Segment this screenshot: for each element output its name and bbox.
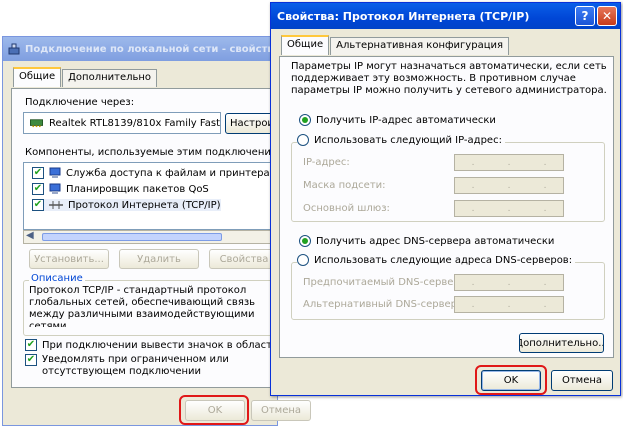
notify-label: Уведомлять при ограниченном или отсутств…: [42, 354, 229, 377]
network-connection-icon: [8, 43, 20, 55]
qos-scheduler-icon: [49, 183, 61, 194]
lan-properties-titlebar[interactable]: Подключение по локальной сети - свойства: [3, 37, 277, 61]
tcpip-tabs: Общие Альтернативная конфигурация: [281, 35, 510, 55]
tab-general[interactable]: Общие: [13, 67, 62, 87]
list-item[interactable]: ✔ Планировщик пакетов QoS: [32, 183, 209, 195]
lan-tabs: Общие Дополнительно: [13, 67, 158, 87]
tab-advanced[interactable]: Дополнительно: [62, 69, 158, 87]
subnet-label: Маска подсети:: [303, 180, 386, 191]
file-printer-service-icon: [49, 167, 61, 178]
description-text: Протокол TCP/IP - стандартный протокол г…: [29, 285, 256, 327]
component-checkbox[interactable]: ✔: [32, 183, 44, 195]
adapter-name: Realtek RTL8139/810x Family Fast: [49, 117, 220, 129]
notify-checkbox[interactable]: ✔: [25, 354, 37, 366]
ip-manual-radio[interactable]: [297, 134, 309, 146]
ip-address-input[interactable]: ...: [454, 154, 564, 171]
show-icon-checkbox[interactable]: ✔: [25, 339, 37, 351]
network-adapter-icon: [30, 119, 44, 128]
ip-auto-option[interactable]: Получить IP-адрес автоматически: [299, 114, 496, 126]
close-button[interactable]: ✕: [597, 6, 617, 26]
scroll-left-icon[interactable]: ◀: [26, 230, 34, 241]
dns-manual-option[interactable]: Использовать следующие адреса DNS-сервер…: [297, 254, 576, 266]
ok-highlight-ring: [179, 395, 249, 425]
component-label: Протокол Интернета (TCP/IP): [68, 199, 221, 211]
tcpip-title: Свойства: Протокол Интернета (TCP/IP): [277, 9, 530, 23]
component-label: Служба доступа к файлам и принтерам сете…: [66, 167, 273, 179]
components-label: Компоненты, используемые этим подключени…: [25, 147, 288, 158]
dns-alternate-label: Альтернативный DNS-сервер:: [303, 299, 461, 310]
dns-manual-radio[interactable]: [297, 254, 309, 266]
ip-manual-option[interactable]: Использовать следующий IP-адрес:: [297, 134, 505, 146]
advanced-button[interactable]: Дополнительно...: [519, 333, 604, 353]
description-title: Описание: [29, 273, 85, 284]
dns-preferred-input[interactable]: ...: [454, 274, 564, 291]
ip-auto-label: Получить IP-адрес автоматически: [316, 114, 496, 126]
ip-address-label: IP-адрес:: [303, 157, 350, 168]
intro-text: Параметры IP могут назначаться автоматич…: [291, 61, 607, 96]
properties-button[interactable]: Свойства: [209, 249, 279, 269]
list-item[interactable]: ✔ Служба доступа к файлам и принтерам се…: [32, 167, 273, 179]
ip-manual-label: Использовать следующий IP-адрес:: [314, 134, 502, 146]
network-protocol-icon: [49, 201, 63, 209]
gateway-label: Основной шлюз:: [303, 203, 390, 214]
dns-auto-radio[interactable]: [299, 235, 311, 247]
dns-auto-option[interactable]: Получить адрес DNS-сервера автоматически: [299, 235, 554, 247]
lan-properties-window: Подключение по локальной сети - свойства…: [2, 36, 352, 426]
dns-auto-label: Получить адрес DNS-сервера автоматически: [316, 235, 555, 247]
component-checkbox[interactable]: ✔: [32, 167, 44, 179]
remove-button[interactable]: Удалить: [119, 249, 199, 269]
tab-general[interactable]: Общие: [281, 35, 330, 55]
cancel-button[interactable]: Отмена: [551, 370, 613, 391]
tcpip-properties-window: Свойства: Протокол Интернета (TCP/IP) ? …: [270, 2, 621, 396]
tab-alternate-config[interactable]: Альтернативная конфигурация: [330, 37, 510, 55]
close-icon: ✕: [601, 9, 613, 23]
notify-option[interactable]: ✔ Уведомлять при ограниченном или отсутс…: [25, 354, 287, 378]
dns-preferred-label: Предпочитаемый DNS-сервер:: [303, 277, 464, 288]
ok-highlight-ring: [475, 365, 547, 395]
dns-alternate-input[interactable]: ...: [454, 296, 564, 313]
adapter-field: Realtek RTL8139/810x Family Fast: [23, 112, 221, 134]
tcpip-titlebar[interactable]: Свойства: Протокол Интернета (TCP/IP): [271, 3, 620, 29]
list-item[interactable]: ✔ Протокол Интернета (TCP/IP): [32, 199, 221, 211]
gateway-input[interactable]: ...: [454, 200, 564, 217]
connect-via-label: Подключение через:: [25, 97, 135, 108]
components-list[interactable]: ✔ Служба доступа к файлам и принтерам се…: [23, 162, 273, 230]
install-button[interactable]: Установить...: [29, 249, 109, 269]
lan-properties-title: Подключение по локальной сети - свойства: [25, 43, 277, 55]
help-button[interactable]: ?: [575, 6, 595, 26]
dns-manual-label: Использовать следующие адреса DNS-сервер…: [314, 254, 573, 266]
subnet-input[interactable]: ...: [454, 177, 564, 194]
horizontal-scrollbar[interactable]: ◀: [23, 230, 273, 244]
component-checkbox[interactable]: ✔: [32, 199, 44, 211]
ip-auto-radio[interactable]: [299, 114, 311, 126]
help-icon: ?: [581, 9, 589, 23]
cancel-button[interactable]: Отмена: [251, 400, 311, 421]
component-label: Планировщик пакетов QoS: [66, 183, 209, 195]
scrollbar-thumb[interactable]: [42, 233, 222, 241]
